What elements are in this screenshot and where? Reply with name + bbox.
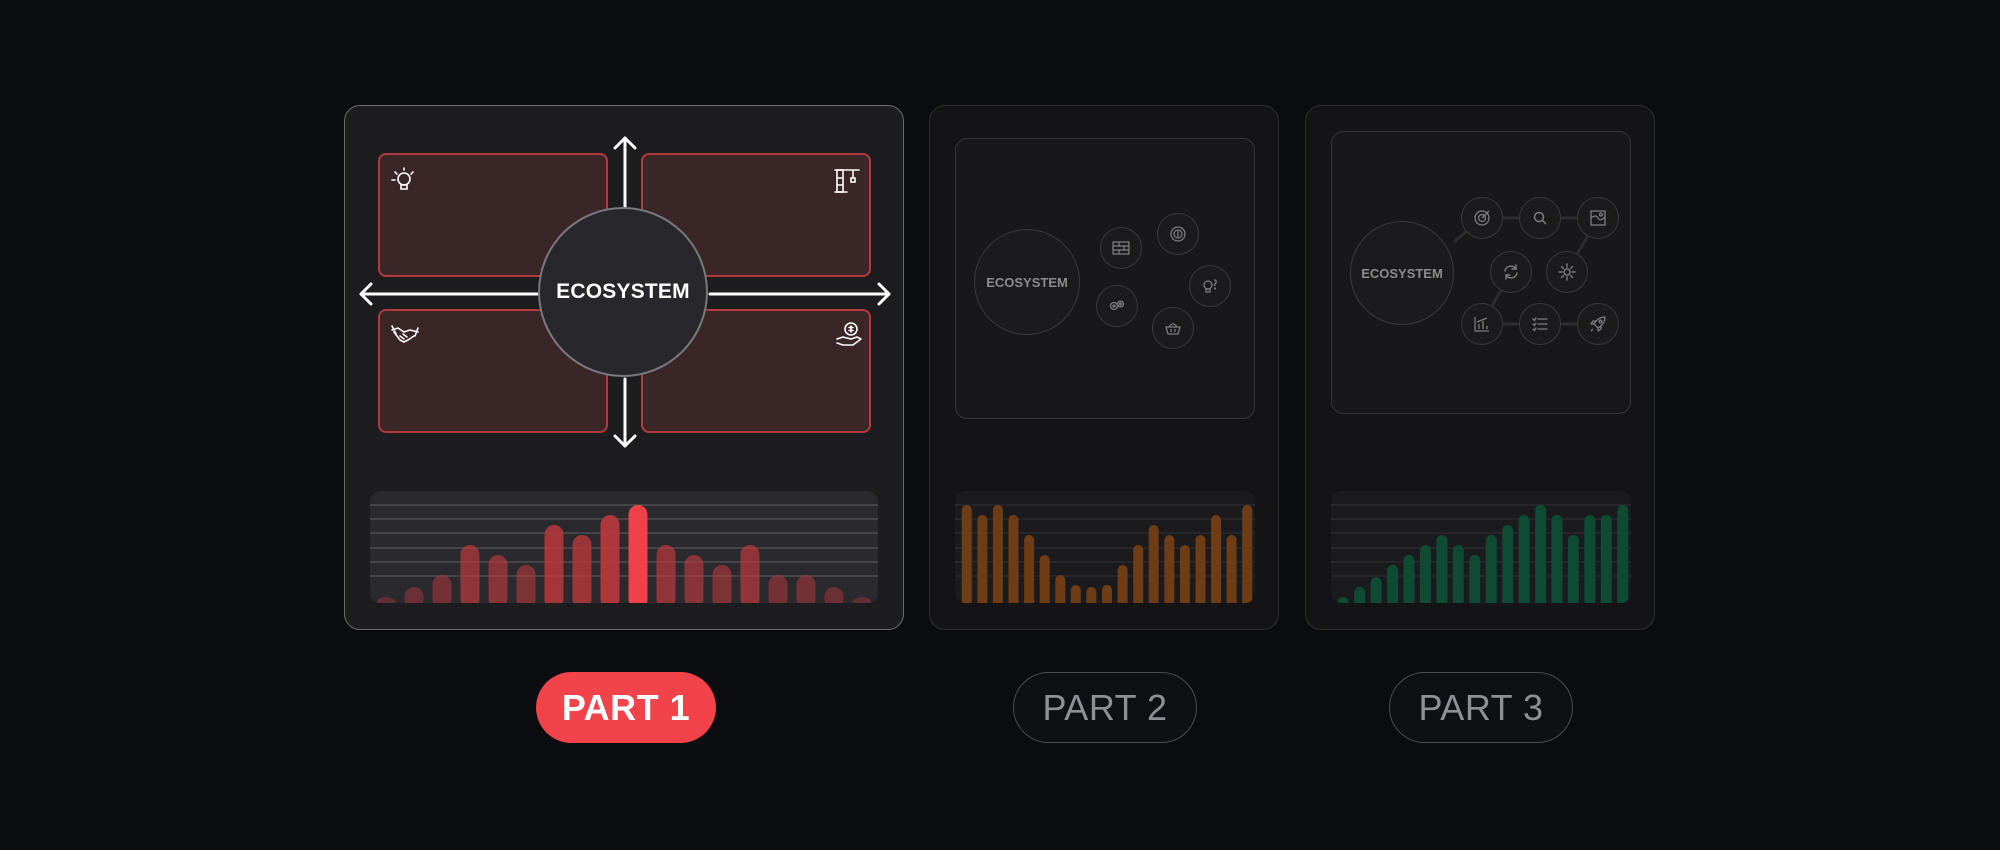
chart-bar <box>1102 585 1112 603</box>
part-3-bar-chart <box>1331 491 1631 603</box>
chart-bar <box>1469 555 1481 603</box>
chart-bar <box>516 565 536 603</box>
chart-bar <box>376 597 396 603</box>
chart-bar <box>1024 535 1035 603</box>
chart-bar <box>1164 535 1175 603</box>
chart-bar <box>656 545 676 603</box>
chart-bar <box>1419 545 1431 603</box>
chart-bar <box>977 515 988 603</box>
chart-svg <box>370 504 878 603</box>
refresh-icon <box>1490 251 1532 293</box>
chart-bar <box>1179 545 1190 603</box>
checklist-icon <box>1519 303 1561 345</box>
part-2-tab[interactable]: PART 2 <box>1013 672 1197 743</box>
chart-svg <box>955 504 1255 603</box>
chart-bar <box>961 505 972 603</box>
part-3-card[interactable]: ECOSYSTEM <box>1305 105 1655 630</box>
basket-icon <box>1152 307 1194 349</box>
chart-bar <box>1354 587 1366 603</box>
chart-bar <box>740 545 760 603</box>
bricks-icon <box>1100 227 1142 269</box>
chart-bar <box>1070 585 1081 603</box>
chart-bar <box>992 505 1003 603</box>
chart-bar <box>1039 555 1050 603</box>
diagram-panel: ECOSYSTEM <box>1331 131 1631 414</box>
chart-bar <box>1403 555 1415 603</box>
gears-icon <box>1096 285 1138 327</box>
chart-bar <box>1242 505 1253 603</box>
part-2-bar-chart <box>955 491 1255 603</box>
chart-bar <box>628 505 648 603</box>
handshake-icon <box>391 325 419 343</box>
chart-bar <box>460 545 480 603</box>
diagram-panel: ECOSYSTEM <box>955 138 1255 419</box>
chart-bar <box>1008 515 1019 603</box>
search-icon <box>1519 197 1561 239</box>
chart-bar <box>1485 535 1497 603</box>
chart-bar <box>1086 587 1097 603</box>
chart-bar <box>488 555 508 603</box>
money-hand-icon <box>836 322 862 346</box>
chart-bar <box>684 555 704 603</box>
sparkle-icon <box>1546 251 1588 293</box>
chart-bar <box>432 575 452 603</box>
chart-bar <box>1133 545 1144 603</box>
chart-bar <box>1055 575 1066 603</box>
target-icon <box>1461 197 1503 239</box>
chart-bar <box>544 525 564 603</box>
chart-bar <box>1370 577 1382 603</box>
part-1-tab[interactable]: PART 1 <box>536 672 716 743</box>
chart-bar <box>1535 505 1547 603</box>
chart-bar <box>600 515 620 603</box>
chart-bar <box>852 597 872 603</box>
chart-bar <box>1195 535 1206 603</box>
chart-bar <box>1387 565 1399 603</box>
chart-svg <box>1331 504 1631 603</box>
chart-bar <box>1226 535 1237 603</box>
chart-icon <box>1461 303 1503 345</box>
chart-bar <box>404 587 424 603</box>
chart-bar <box>1117 565 1128 603</box>
compass-icon <box>1157 213 1199 255</box>
part-1-card[interactable]: ECOSYSTEM <box>344 105 904 630</box>
part-3-tab[interactable]: PART 3 <box>1389 672 1573 743</box>
chart-bar <box>1148 525 1159 603</box>
chart-bar <box>824 587 844 603</box>
chart-bar <box>1436 535 1448 603</box>
rocket-icon <box>1577 303 1619 345</box>
chart-bar <box>1617 505 1629 603</box>
chart-bar <box>1584 515 1596 603</box>
lightbulb-idea-icon <box>391 167 414 190</box>
chart-bar <box>1211 515 1222 603</box>
lightbulb-question-icon <box>1189 265 1231 307</box>
map-icon <box>1577 197 1619 239</box>
ecosystem-hub: ECOSYSTEM <box>538 207 708 377</box>
ecosystem-hub: ECOSYSTEM <box>1350 221 1454 325</box>
chart-bar <box>1337 597 1349 603</box>
chart-bar <box>1567 535 1579 603</box>
chart-bar <box>796 575 816 603</box>
chart-bar <box>1452 545 1464 603</box>
chart-bar <box>1600 515 1612 603</box>
chart-bar <box>1502 525 1514 603</box>
crane-icon <box>834 169 860 193</box>
chart-bar <box>768 575 788 603</box>
chart-bar <box>712 565 732 603</box>
chart-bar <box>572 535 592 603</box>
part-1-bar-chart <box>370 491 878 603</box>
chart-bar <box>1551 515 1563 603</box>
ecosystem-hub: ECOSYSTEM <box>974 229 1080 335</box>
part-2-card[interactable]: ECOSYSTEM <box>929 105 1279 630</box>
chart-bar <box>1518 515 1530 603</box>
